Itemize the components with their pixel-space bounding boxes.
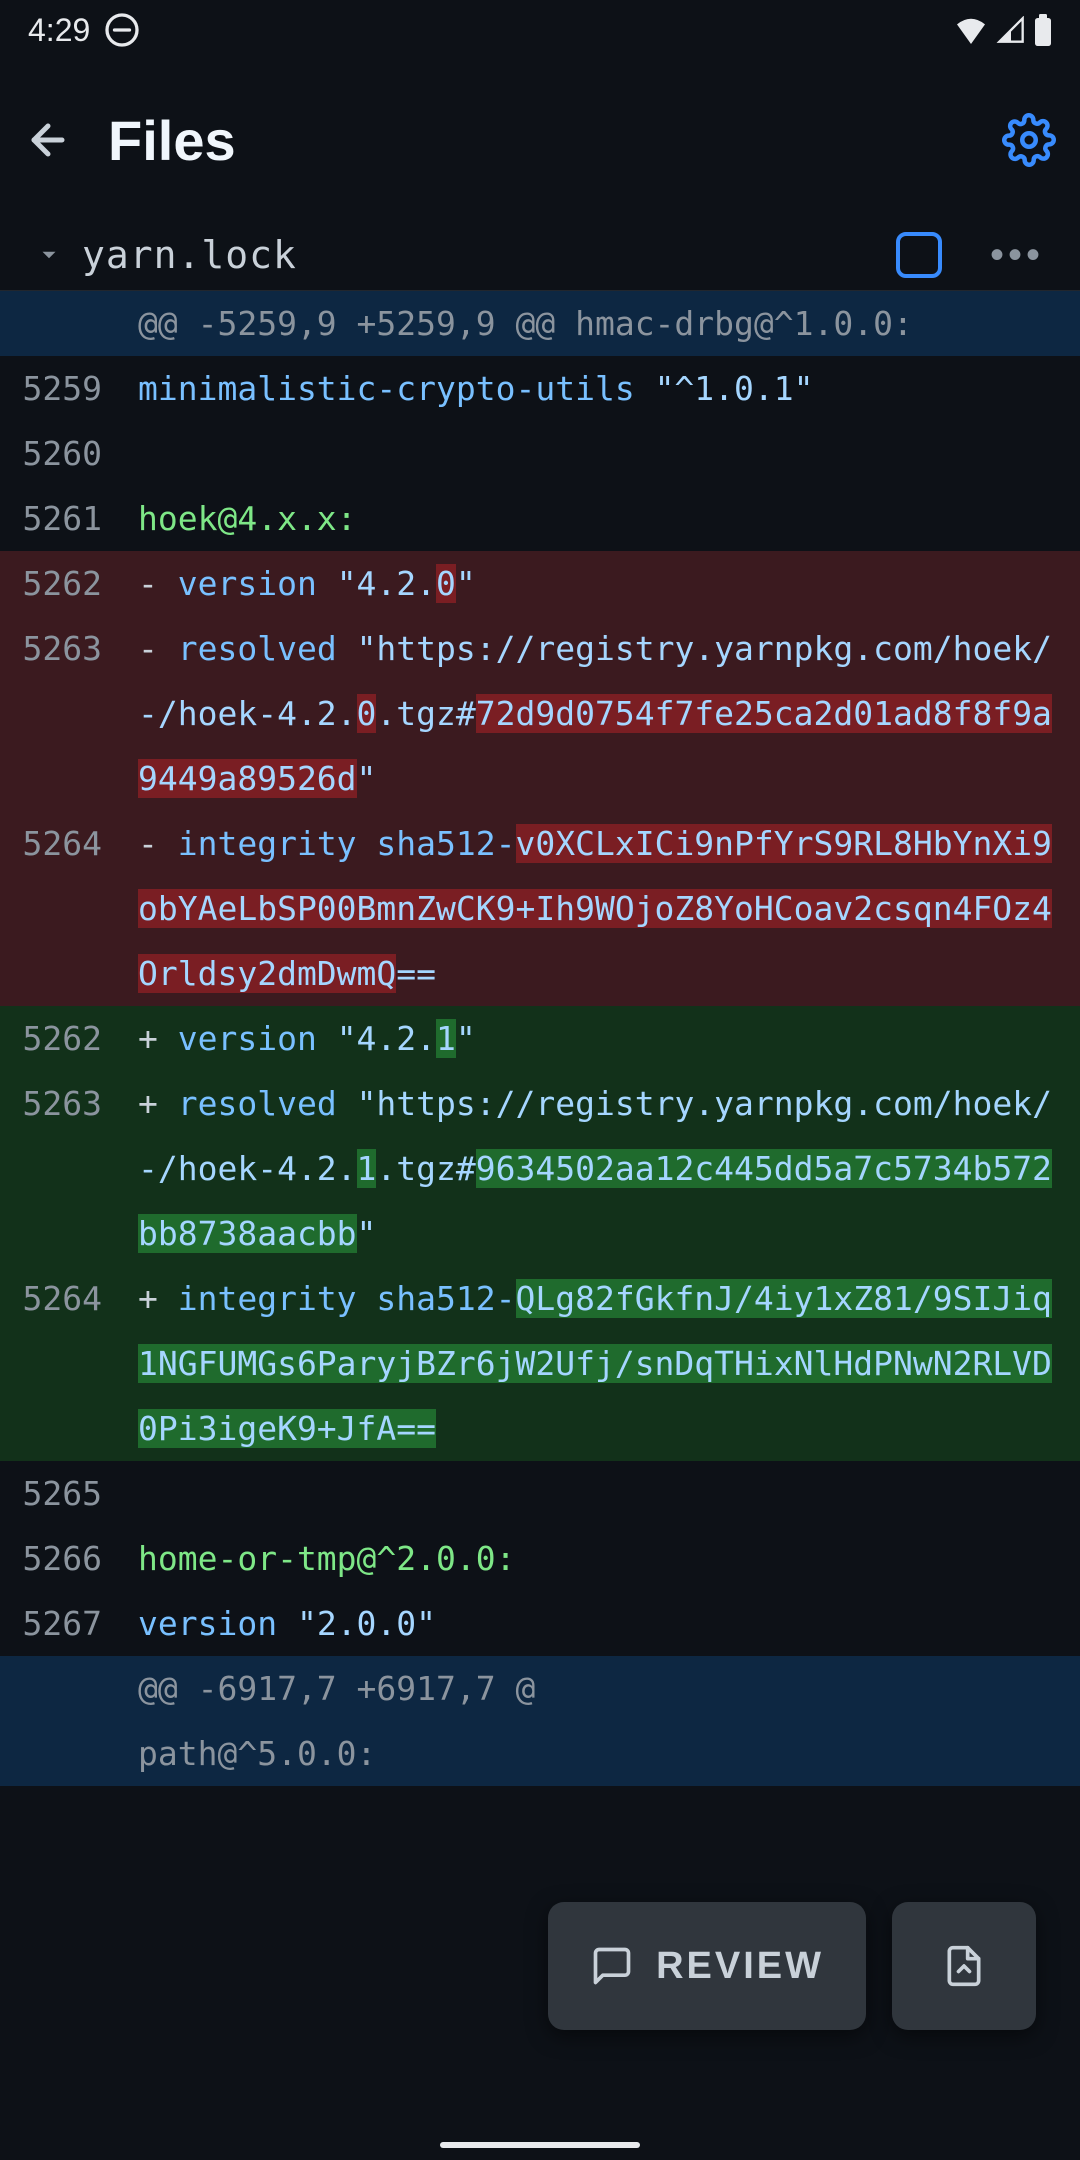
nav-handle[interactable] <box>440 2142 640 2148</box>
wifi-icon <box>954 16 988 44</box>
diff-line-added: 5264 + integrity sha512-QLg82fGkfnJ/4iy1… <box>0 1266 1080 1461</box>
status-bar: 4:29 <box>0 0 1080 60</box>
signal-icon <box>996 16 1026 44</box>
diff-line: 5260 <box>0 421 1080 486</box>
battery-icon <box>1034 14 1052 46</box>
file-viewed-checkbox[interactable] <box>896 232 942 278</box>
diff-line: 5267 version "2.0.0" <box>0 1591 1080 1656</box>
diff-line-added: 5262 + version "4.2.1" <box>0 1006 1080 1071</box>
diff-line-deleted: 5264 - integrity sha512-v0XCLxICi9nPfYrS… <box>0 811 1080 1006</box>
diff-line: 5261 hoek@4.x.x: <box>0 486 1080 551</box>
file-name: yarn.lock <box>82 233 876 277</box>
hunk-header: path@^5.0.0: <box>0 1721 1080 1786</box>
dnd-icon <box>104 12 140 48</box>
comment-icon <box>590 1944 634 1988</box>
diff-line-deleted: 5263 - resolved "https://registry.yarnpk… <box>0 616 1080 811</box>
jump-to-file-button[interactable] <box>892 1902 1036 2030</box>
file-more-icon[interactable]: ••• <box>990 233 1044 278</box>
diff-line-added: 5263 + resolved "https://registry.yarnpk… <box>0 1071 1080 1266</box>
hunk-header: @@ -6917,7 +6917,7 @ <box>0 1656 1080 1721</box>
gear-icon[interactable] <box>1002 113 1056 167</box>
back-icon[interactable] <box>24 116 72 164</box>
chevron-down-icon[interactable] <box>36 242 62 268</box>
app-bar: Files <box>0 60 1080 220</box>
diff-line: 5259 minimalistic-crypto-utils "^1.0.1" <box>0 356 1080 421</box>
diff-line-deleted: 5262 - version "4.2.0" <box>0 551 1080 616</box>
hunk-header: @@ -5259,9 +5259,9 @@ hmac-drbg@^1.0.0: <box>0 291 1080 356</box>
diff-view[interactable]: @@ -5259,9 +5259,9 @@ hmac-drbg@^1.0.0: … <box>0 291 1080 1786</box>
page-title: Files <box>108 108 966 173</box>
review-label: REVIEW <box>656 1945 824 1988</box>
file-goto-icon <box>942 1944 986 1988</box>
status-time: 4:29 <box>28 12 90 49</box>
file-header[interactable]: yarn.lock ••• <box>0 220 1080 291</box>
review-button[interactable]: REVIEW <box>548 1902 866 2030</box>
diff-line: 5265 <box>0 1461 1080 1526</box>
diff-line: 5266 home-or-tmp@^2.0.0: <box>0 1526 1080 1591</box>
